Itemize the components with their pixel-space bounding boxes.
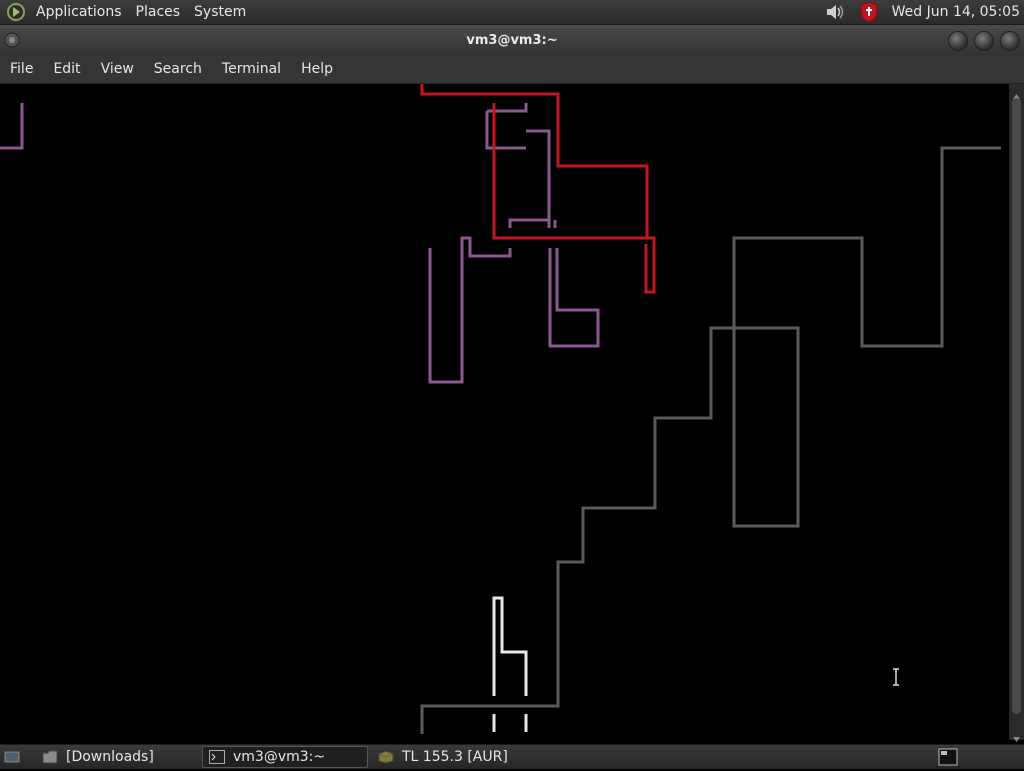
security-shield-icon[interactable] xyxy=(858,1,880,23)
task-label: TL 155.3 [AUR] xyxy=(402,749,508,765)
maximize-button[interactable] xyxy=(974,31,994,51)
menu-places[interactable]: Places xyxy=(129,0,188,24)
pipe-gray xyxy=(420,146,1001,734)
package-icon xyxy=(378,750,394,764)
window-title: vm3@vm3:~ xyxy=(466,32,558,48)
task-downloads[interactable]: [Downloads] xyxy=(36,746,196,768)
terminal-icon xyxy=(209,750,225,764)
minimize-button[interactable] xyxy=(948,31,968,51)
system-tray: Wed Jun 14, 05:05 xyxy=(818,0,1024,24)
pipe-white xyxy=(492,596,528,696)
applications-menu-bar: Applications Places System xyxy=(29,0,253,24)
volume-icon[interactable] xyxy=(824,1,846,23)
top-panel: Applications Places System Wed Jun 14, 0… xyxy=(0,0,1024,25)
menu-view[interactable]: View xyxy=(91,61,144,77)
terminal-view[interactable] xyxy=(0,84,1009,740)
folder-icon xyxy=(42,750,58,764)
task-tl-package[interactable]: TL 155.3 [AUR] xyxy=(372,746,572,768)
task-label: [Downloads] xyxy=(66,749,154,765)
scroll-thumb[interactable] xyxy=(1012,98,1021,714)
menu-system[interactable]: System xyxy=(187,0,253,24)
pipe-red xyxy=(644,236,656,294)
pipe-purple xyxy=(428,236,512,384)
menu-search[interactable]: Search xyxy=(144,61,212,77)
task-label: vm3@vm3:~ xyxy=(233,749,326,765)
window-menu-icon[interactable] xyxy=(4,32,20,48)
show-desktop-icon[interactable] xyxy=(2,747,22,767)
clock[interactable]: Wed Jun 14, 05:05 xyxy=(886,4,1024,20)
distro-logo-icon[interactable] xyxy=(6,2,26,22)
menu-file[interactable]: File xyxy=(0,61,43,77)
menu-help[interactable]: Help xyxy=(291,61,343,77)
window-controls xyxy=(948,31,1020,51)
menu-terminal[interactable]: Terminal xyxy=(212,61,291,77)
scroll-down-icon[interactable] xyxy=(1012,729,1021,742)
pipe-white xyxy=(492,714,528,732)
menu-edit[interactable]: Edit xyxy=(43,61,90,77)
window-titlebar[interactable]: vm3@vm3:~ xyxy=(0,25,1024,55)
text-cursor-icon xyxy=(891,668,901,686)
pipe-purple xyxy=(526,129,551,228)
terminal-menubar: File Edit View Search Terminal Help xyxy=(0,55,1024,84)
pipe-red xyxy=(420,84,649,240)
pipes-drawing xyxy=(0,84,1001,734)
scroll-up-icon[interactable] xyxy=(1012,86,1021,99)
close-button[interactable] xyxy=(1000,31,1020,51)
workspace-switcher-icon[interactable] xyxy=(938,747,958,767)
task-terminal[interactable]: vm3@vm3:~ xyxy=(202,746,368,768)
terminal-scrollbar[interactable] xyxy=(1009,84,1024,742)
pipe-purple xyxy=(548,248,600,348)
menu-applications[interactable]: Applications xyxy=(29,0,129,24)
pipe-purple xyxy=(0,103,24,150)
bottom-panel: [Downloads] vm3@vm3:~ TL 155.3 [AUR] xyxy=(0,744,1024,769)
